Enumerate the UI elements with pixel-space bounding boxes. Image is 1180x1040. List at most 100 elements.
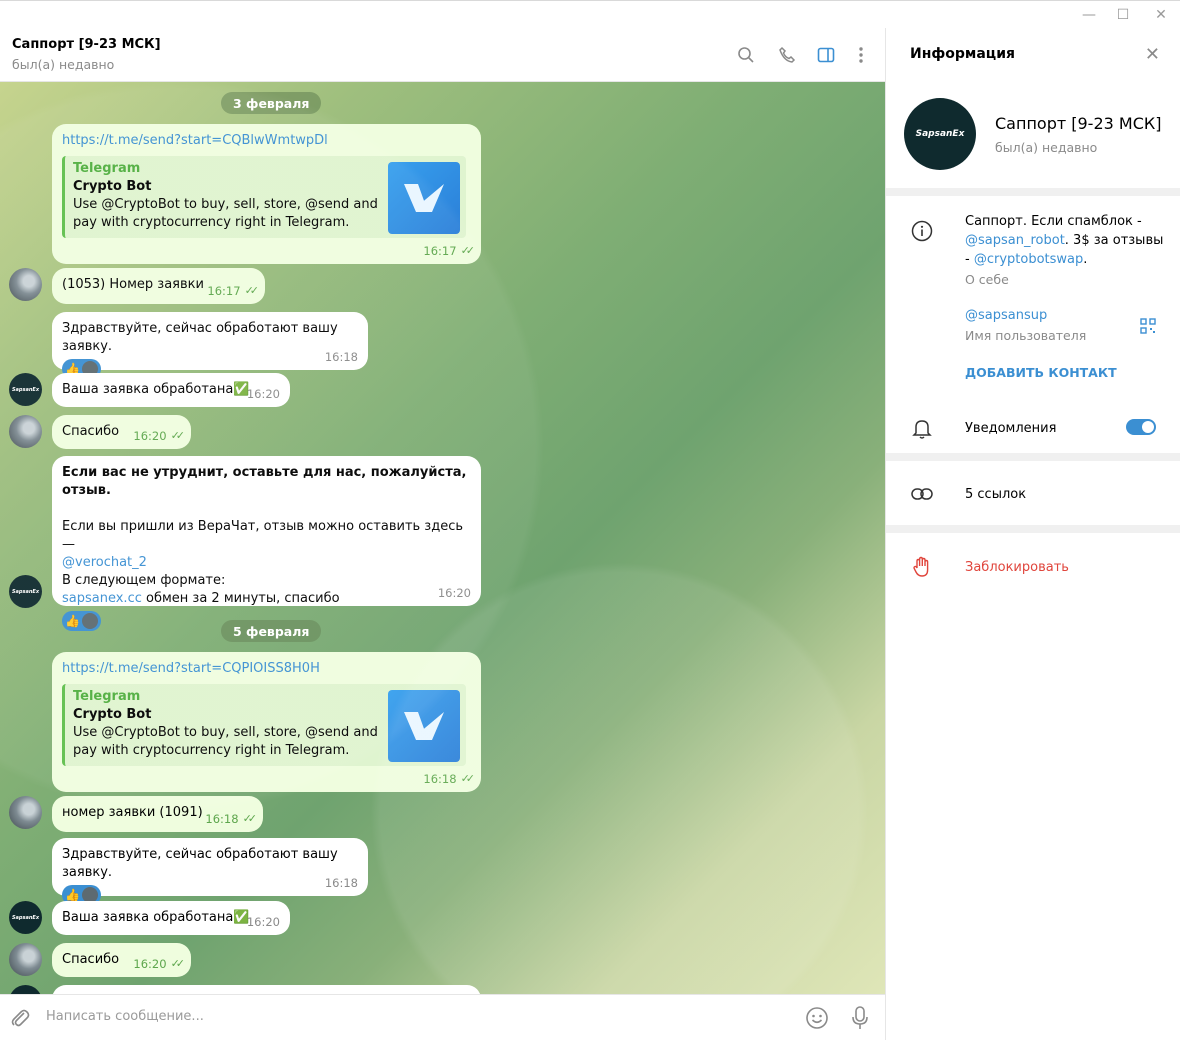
message-link[interactable]: https://t.me/send?start=CQPIOISS8H0H [62,660,320,678]
preview-site: Telegram [73,161,141,176]
avatar[interactable] [9,415,42,448]
add-contact-button[interactable]: ДОБАВИТЬ КОНТАКТ [965,363,1117,382]
chat-status: был(а) недавно [12,57,115,72]
message-text: номер заявки (1091) [62,805,203,820]
message-outgoing[interactable]: Спасибо 16:20 ✓✓ [52,415,191,449]
preview-title: Crypto Bot [73,179,152,194]
message-time: 16:17 ✓✓ [423,244,475,258]
avatar[interactable]: SapsanEx [9,373,42,406]
preview-description: Use @CryptoBot to buy, sell, store, @sen… [73,725,378,758]
message-text: В следующем формате: [62,573,226,588]
sidebar-toggle-icon[interactable] [813,42,839,68]
read-check-icon: ✓✓ [170,957,186,970]
notifications-label: Уведомления [965,421,1057,436]
message-time: 16:20 [437,586,471,600]
bio-link[interactable]: @cryptobotswap [974,252,1083,267]
window-title-bar: — ☐ ✕ [0,0,1180,28]
read-check-icon: ✓✓ [460,772,476,785]
divider [886,525,1180,533]
reaction-avatar [81,613,98,629]
message-text: Если вы пришли из ВераЧат, отзыв можно о… [62,519,464,552]
microphone-icon[interactable] [850,1005,870,1035]
chat-area[interactable]: 3 февраля https://t.me/send?start=CQBlwW… [0,82,885,994]
message-input[interactable]: Написать сообщение... [46,1009,204,1024]
message-text: Спасибо [62,424,120,439]
message-incoming[interactable]: Ваша заявка обработана✅ 16:20 [52,373,290,407]
emoji-icon[interactable] [805,1006,829,1034]
message-incoming[interactable]: Здравствуйте, сейчас обработают вашу зая… [52,312,368,379]
info-icon [910,219,934,243]
qr-code-icon[interactable] [1140,318,1156,338]
chat-header: Саппорт [9-23 МСК] был(а) недавно [0,28,885,82]
block-button[interactable]: Заблокировать [965,558,1069,577]
preview-title: Crypto Bot [73,707,152,722]
message-link[interactable]: sapsanex.cc [62,591,142,606]
divider [886,453,1180,461]
minimize-icon[interactable]: — [1078,5,1100,25]
message-incoming[interactable] [52,985,481,994]
search-icon[interactable] [733,42,759,68]
username-label: Имя пользователя [965,328,1087,343]
message-time: 16:20 [246,387,280,401]
message-time: 16:17 ✓✓ [207,284,259,298]
bio-label: О себе [965,272,1009,287]
avatar[interactable] [9,268,42,301]
message-outgoing[interactable]: https://t.me/send?start=CQPIOISS8H0H Tel… [52,652,481,792]
avatar[interactable]: SapsanEx [9,901,42,934]
bio-text: Саппорт. Если спамблок - @sapsan_robot. … [965,214,1164,267]
date-pill: 5 февраля [221,620,322,642]
message-outgoing[interactable]: (1053) Номер заявки 16:17 ✓✓ [52,268,265,304]
more-icon[interactable] [848,42,874,68]
message-text-bold: Если вас не утруднит, оставьте для нас, … [62,465,467,498]
message-text: Ваша заявка обработана✅ [62,382,250,397]
close-window-icon[interactable]: ✕ [1150,5,1172,25]
close-icon[interactable]: ✕ [1145,44,1160,65]
reaction[interactable]: 👍 [62,611,101,631]
message-text: Ваша заявка обработана✅ [62,910,250,925]
message-incoming[interactable]: Здравствуйте, сейчас обработают вашу зая… [52,838,368,905]
avatar[interactable] [9,796,42,829]
profile-name: Саппорт [9-23 МСК] [995,114,1162,133]
message-text: (1053) Номер заявки [62,277,204,292]
link-preview[interactable]: Telegram Crypto Bot Use @CryptoBot to bu… [62,684,466,766]
profile-status: был(а) недавно [995,140,1098,155]
message-text: Здравствуйте, сейчас обработают вашу зая… [62,321,338,354]
message-outgoing[interactable]: номер заявки (1091) 16:18 ✓✓ [52,796,263,832]
message-time: 16:18 [324,350,358,364]
message-text: Спасибо [62,952,120,967]
profile-avatar[interactable]: SapsanEx [904,98,976,170]
preview-description: Use @CryptoBot to buy, sell, store, @sen… [73,197,378,230]
message-incoming[interactable]: Ваша заявка обработана✅ 16:20 [52,901,290,935]
message-link[interactable]: https://t.me/send?start=CQBlwWmtwpDl [62,132,328,150]
avatar[interactable]: SapsanEx [9,575,42,608]
message-time: 16:18 ✓✓ [423,772,476,786]
message-outgoing[interactable]: Спасибо 16:20 ✓✓ [52,943,191,977]
message-link[interactable]: @verochat_2 [62,554,471,572]
preview-site: Telegram [73,689,141,704]
bio-link[interactable]: @sapsan_robot [965,233,1065,248]
avatar[interactable] [9,985,42,994]
message-incoming[interactable]: Если вас не утруднит, оставьте для нас, … [52,456,481,631]
phone-icon[interactable] [774,42,800,68]
link-preview[interactable]: Telegram Crypto Bot Use @CryptoBot to bu… [62,156,466,238]
message-time: 16:18 [324,876,358,890]
maximize-icon[interactable]: ☐ [1112,5,1134,25]
attach-icon[interactable] [10,1007,30,1033]
chat-title[interactable]: Саппорт [9-23 МСК] [12,37,161,52]
avatar[interactable] [9,943,42,976]
message-outgoing[interactable]: https://t.me/send?start=CQBlwWmtwpDl Tel… [52,124,481,264]
message-time: 16:18 ✓✓ [205,812,258,826]
link-icon [910,482,934,506]
preview-thumbnail [388,162,460,234]
message-composer: Написать сообщение... [0,994,885,1040]
info-title: Информация [910,46,1015,62]
username[interactable]: @sapsansup [965,306,1047,325]
thumbs-up-icon: 👍 [65,614,80,628]
message-text: обмен за 2 минуты, спасибо [141,591,340,606]
message-text: Здравствуйте, сейчас обработают вашу зая… [62,847,338,880]
notifications-toggle[interactable] [1126,419,1156,435]
read-check-icon: ✓✓ [242,812,258,825]
links-count[interactable]: 5 ссылок [965,485,1026,504]
hand-block-icon [910,555,934,579]
info-panel: Информация ✕ SapsanEx Саппорт [9-23 МСК]… [885,28,1180,1040]
